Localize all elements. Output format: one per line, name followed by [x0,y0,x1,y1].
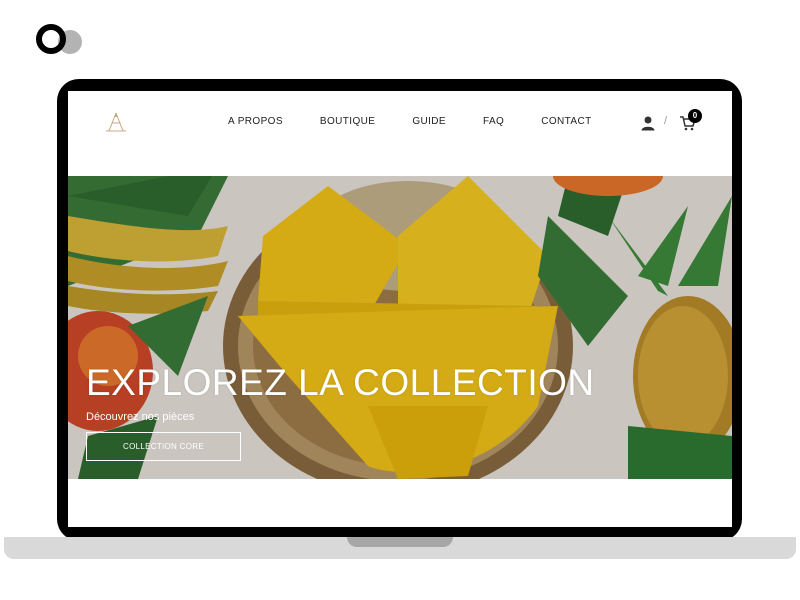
main-nav: A PROPOS BOUTIQUE GUIDE FAQ CONTACT [228,116,629,127]
nav-separator: / [664,115,668,127]
nav-item-guide[interactable]: GUIDE [412,116,446,127]
website-viewport: A PROPOS BOUTIQUE GUIDE FAQ CONTACT / 0 [68,91,732,527]
page: A PROPOS BOUTIQUE GUIDE FAQ CONTACT / 0 [0,0,800,600]
site-header: A PROPOS BOUTIQUE GUIDE FAQ CONTACT / 0 [68,91,732,176]
hero-subtitle: Découvrez nos pièces [86,411,195,423]
hero-banner: EXPLOREZ LA COLLECTION Découvrez nos piè… [68,176,732,479]
cart-count-badge: 0 [688,109,702,123]
brand-logo-icon [36,18,88,60]
hero-title: EXPLOREZ LA COLLECTION [86,362,595,403]
collection-core-button[interactable]: COLLECTION CORE [86,432,241,461]
user-icon[interactable] [640,115,656,131]
nav-item-boutique[interactable]: BOUTIQUE [320,116,375,127]
nav-item-a-propos[interactable]: A PROPOS [228,116,283,127]
laptop-notch [347,537,453,547]
nav-item-faq[interactable]: FAQ [483,116,504,127]
site-logo-icon[interactable] [102,111,130,135]
nav-item-contact[interactable]: CONTACT [541,116,591,127]
